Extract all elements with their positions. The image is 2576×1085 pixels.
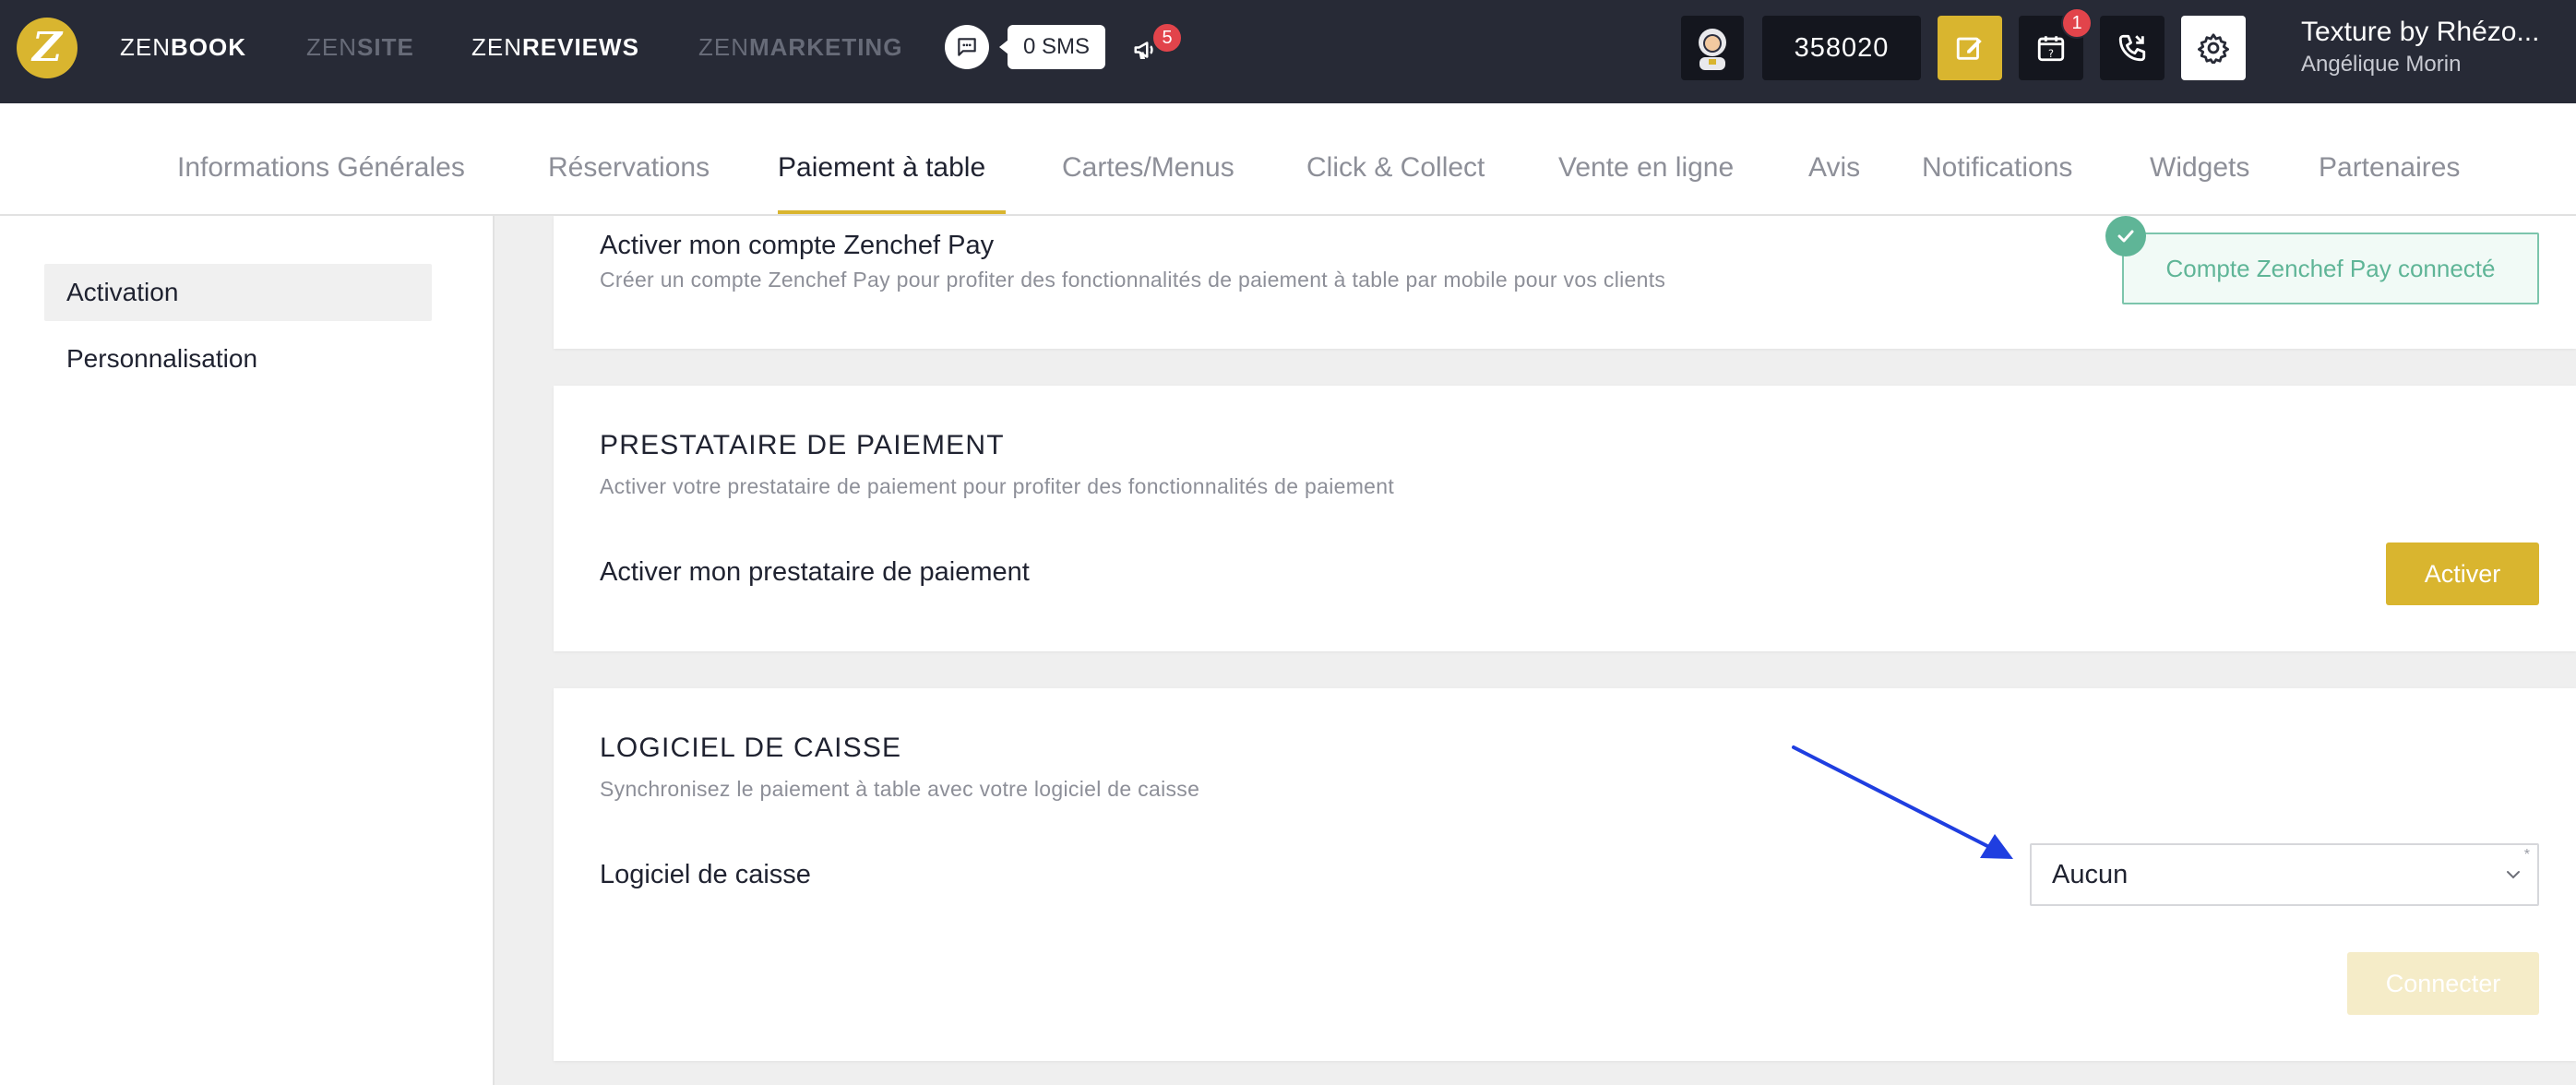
- tab-notifications[interactable]: Notifications: [1922, 149, 2072, 186]
- connect-pos-button[interactable]: Connecter: [2347, 952, 2539, 1015]
- top-navigation-bar: Z ZENBOOK ZENSITE ZENREVIEWS ZENMARKETIN…: [0, 0, 2576, 103]
- sidebar-item-personnalisation[interactable]: Personnalisation: [44, 330, 432, 388]
- required-marker: *: [2523, 847, 2530, 863]
- chevron-down-icon: [2507, 871, 2520, 879]
- sms-counter[interactable]: 0 SMS: [999, 25, 1105, 69]
- pos-software-selected-value: Aucun: [2052, 859, 2129, 889]
- notification-badge: 5: [1151, 22, 1183, 54]
- sms-chat-icon[interactable]: [945, 25, 989, 69]
- check-icon: [2105, 216, 2146, 256]
- settings-gear-icon[interactable]: [2181, 16, 2246, 80]
- pos-software-label: Logiciel de caisse: [600, 860, 811, 889]
- zenchef-pay-status-badge: Compte Zenchef Pay connecté: [2122, 232, 2539, 304]
- pos-software-description: Synchronisez le paiement à table avec vo…: [600, 777, 1200, 801]
- zenchef-pay-card: Activer mon compte Zenchef Pay Créer un …: [554, 216, 2576, 349]
- calendar-badge: 1: [2061, 7, 2093, 39]
- astronaut-avatar-icon[interactable]: [1681, 16, 1744, 80]
- tab-partenaires[interactable]: Partenaires: [2319, 149, 2460, 186]
- tab-widgets[interactable]: Widgets: [2150, 149, 2249, 186]
- app-link-zenreviews[interactable]: ZENREVIEWS: [471, 31, 639, 63]
- app-suffix: SITE: [357, 33, 414, 61]
- pos-software-select[interactable]: Aucun *: [2030, 843, 2539, 906]
- payment-provider-title: PRESTATAIRE DE PAIEMENT: [600, 430, 1005, 460]
- edit-note-icon[interactable]: [1938, 16, 2002, 80]
- sidebar: Activation Personnalisation: [0, 216, 495, 1085]
- zenchef-pay-description: Créer un compte Zenchef Pay pour profite…: [600, 268, 1666, 292]
- tab-cartes-menus[interactable]: Cartes/Menus: [1062, 149, 1234, 186]
- app-prefix: ZEN: [471, 33, 522, 61]
- activate-provider-button[interactable]: Activer: [2386, 542, 2539, 605]
- logo-letter: Z: [31, 24, 63, 71]
- app-link-zenbook[interactable]: ZENBOOK: [120, 31, 246, 63]
- annotation-arrow: [1792, 745, 2013, 859]
- app-suffix: REVIEWS: [522, 33, 639, 61]
- app-prefix: ZEN: [698, 33, 749, 61]
- payment-provider-card: PRESTATAIRE DE PAIEMENT Activer votre pr…: [554, 386, 2576, 651]
- payment-provider-label: Activer mon prestataire de paiement: [600, 557, 1030, 587]
- pos-software-title: LOGICIEL DE CAISSE: [600, 733, 902, 763]
- tab-reservations[interactable]: Réservations: [548, 149, 710, 186]
- app-suffix: MARKETING: [749, 33, 903, 61]
- tab-paiement-a-table[interactable]: Paiement à table: [778, 149, 985, 186]
- zenchef-logo[interactable]: Z: [17, 18, 78, 78]
- account-id: 358020: [1762, 16, 1921, 80]
- tab-vente-en-ligne[interactable]: Vente en ligne: [1558, 149, 1734, 186]
- restaurant-name[interactable]: Texture by Rhézo...: [2301, 17, 2569, 48]
- tab-informations-generales[interactable]: Informations Générales: [177, 149, 465, 186]
- app-link-zensite[interactable]: ZENSITE: [306, 31, 414, 63]
- payment-provider-description: Activer votre prestataire de paiement po…: [600, 474, 1395, 498]
- phone-calls-icon[interactable]: [2100, 16, 2165, 80]
- app-prefix: ZEN: [120, 33, 171, 61]
- app-suffix: BOOK: [171, 33, 246, 61]
- sidebar-item-activation[interactable]: Activation: [44, 264, 432, 321]
- pos-software-card: LOGICIEL DE CAISSE Synchronisez le paiem…: [554, 688, 2576, 1061]
- app-prefix: ZEN: [306, 33, 357, 61]
- app-link-zenmarketing[interactable]: ZENMARKETING: [698, 31, 902, 63]
- svg-text:?: ?: [2048, 47, 2054, 60]
- zenchef-pay-label: Activer mon compte Zenchef Pay: [600, 231, 995, 260]
- settings-tabs: Informations Générales Réservations Paie…: [0, 103, 2576, 216]
- tab-click-collect[interactable]: Click & Collect: [1306, 149, 1485, 186]
- tab-avis[interactable]: Avis: [1808, 149, 1860, 186]
- active-tab-indicator: [778, 210, 1006, 214]
- user-name[interactable]: Angélique Morin: [2301, 52, 2461, 78]
